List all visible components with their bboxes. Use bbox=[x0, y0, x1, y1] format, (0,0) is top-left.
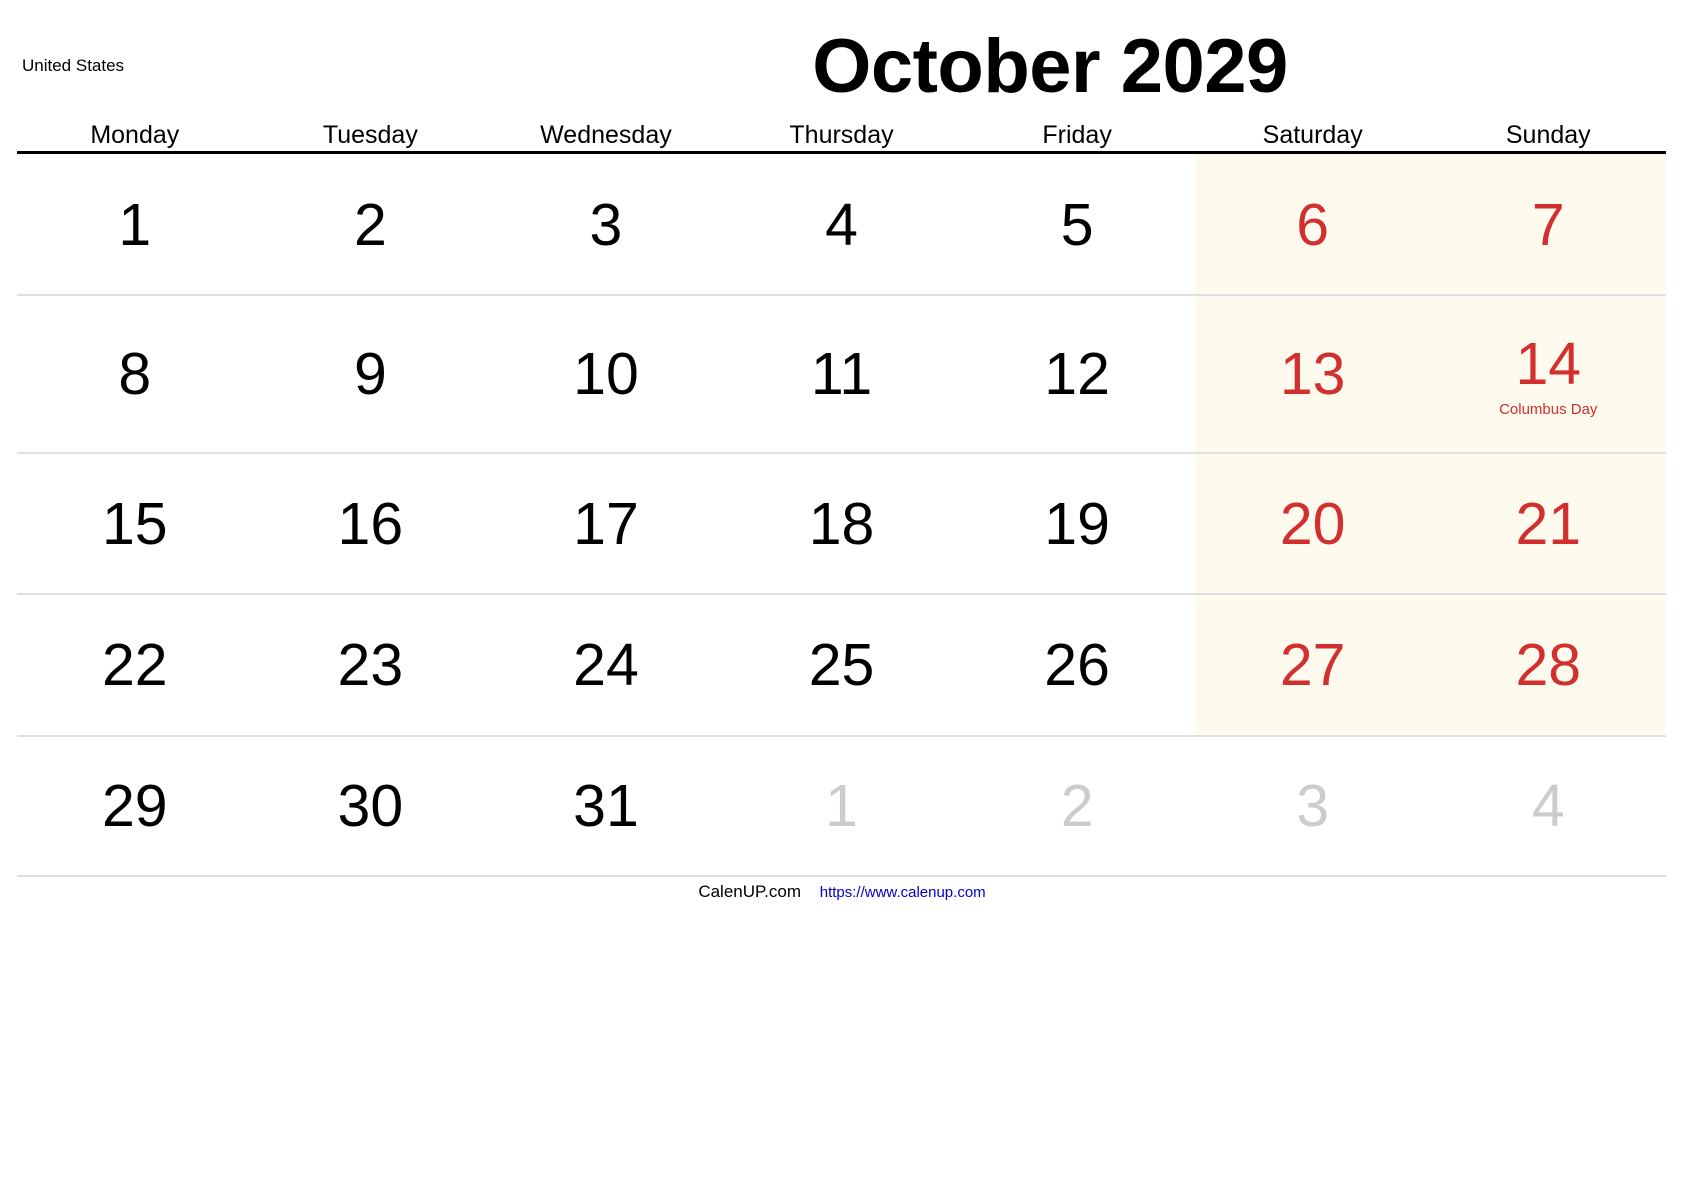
day-number: 4 bbox=[1531, 773, 1565, 839]
day-cell[interactable]: 2 bbox=[959, 736, 1195, 876]
weekday-monday: Monday bbox=[90, 121, 180, 149]
day-number: 14 bbox=[1515, 331, 1582, 397]
day-number: 3 bbox=[589, 191, 623, 258]
day-cell[interactable]: 2 bbox=[253, 154, 489, 295]
day-number: 25 bbox=[808, 632, 875, 698]
day-cell[interactable]: 1 bbox=[17, 154, 253, 295]
day-number: 6 bbox=[1296, 191, 1330, 258]
day-cell[interactable]: 14 Columbus Day bbox=[1430, 295, 1666, 453]
day-number: 12 bbox=[1044, 341, 1110, 407]
day-number: 18 bbox=[808, 490, 875, 557]
day-cell[interactable]: 13 bbox=[1195, 295, 1431, 453]
day-cell[interactable]: 18 bbox=[724, 453, 960, 594]
holiday-label: Columbus Day bbox=[1499, 401, 1598, 418]
day-number: 30 bbox=[337, 773, 404, 839]
week-row: 22 23 24 25 26 27 28 bbox=[17, 594, 1666, 736]
week-row: 29 30 31 1 2 3 4 bbox=[17, 736, 1666, 876]
country-label: United States bbox=[22, 56, 125, 75]
day-cell[interactable]: 6 bbox=[1195, 154, 1431, 295]
footer: CalenUP.com https://www.calenup.com bbox=[0, 882, 1684, 902]
day-number: 19 bbox=[1044, 490, 1110, 557]
month-year-title: October 2029 bbox=[812, 24, 1288, 109]
day-cell[interactable]: 24 bbox=[488, 594, 724, 736]
day-number: 1 bbox=[118, 191, 152, 258]
day-cell[interactable]: 27 bbox=[1195, 594, 1431, 736]
weekday-header: Monday Tuesday Wednesday Thursday Friday… bbox=[17, 118, 1666, 153]
weekday-sunday: Sunday bbox=[1505, 121, 1591, 149]
footer-link[interactable]: https://www.calenup.com bbox=[820, 884, 986, 901]
day-number: 2 bbox=[353, 191, 387, 258]
day-cell[interactable]: 26 bbox=[959, 594, 1195, 736]
weekday-tuesday: Tuesday bbox=[322, 121, 418, 149]
day-cell[interactable]: 28 bbox=[1430, 594, 1666, 736]
day-number: 16 bbox=[337, 490, 404, 557]
day-cell[interactable]: 1 bbox=[724, 736, 960, 876]
day-number: 28 bbox=[1515, 632, 1582, 698]
day-number: 20 bbox=[1279, 490, 1346, 557]
weekday-wednesday: Wednesday bbox=[540, 121, 672, 149]
day-cell[interactable]: 25 bbox=[724, 594, 960, 736]
day-number: 23 bbox=[337, 632, 404, 698]
day-cell[interactable]: 19 bbox=[959, 453, 1195, 594]
day-cell[interactable]: 12 bbox=[959, 295, 1195, 453]
day-number: 31 bbox=[573, 773, 639, 839]
day-number: 24 bbox=[573, 632, 639, 698]
day-cell[interactable]: 4 bbox=[1430, 736, 1666, 876]
day-number: 26 bbox=[1044, 632, 1110, 698]
day-number: 5 bbox=[1060, 191, 1094, 258]
weekday-friday: Friday bbox=[1042, 121, 1112, 149]
day-number: 21 bbox=[1515, 490, 1582, 557]
day-cell[interactable]: 10 bbox=[488, 295, 724, 453]
day-number: 27 bbox=[1279, 632, 1346, 698]
week-row: 15 16 17 18 19 20 21 bbox=[17, 453, 1666, 594]
weekday-saturday: Saturday bbox=[1262, 121, 1363, 149]
day-number: 11 bbox=[810, 341, 873, 407]
day-number: 15 bbox=[101, 490, 168, 557]
day-cell[interactable]: 3 bbox=[488, 154, 724, 295]
day-number: 3 bbox=[1296, 773, 1330, 839]
day-number: 7 bbox=[1531, 191, 1565, 258]
day-number: 9 bbox=[353, 341, 387, 407]
day-cell[interactable]: 5 bbox=[959, 154, 1195, 295]
day-number: 10 bbox=[573, 341, 639, 407]
page-title: October 2029 bbox=[700, 22, 1400, 112]
day-cell[interactable]: 20 bbox=[1195, 453, 1431, 594]
day-number: 2 bbox=[1060, 773, 1094, 839]
day-cell[interactable]: 11 bbox=[724, 295, 960, 453]
day-number: 8 bbox=[118, 341, 152, 407]
day-cell[interactable]: 22 bbox=[17, 594, 253, 736]
day-cell[interactable]: 21 bbox=[1430, 453, 1666, 594]
day-cell[interactable]: 17 bbox=[488, 453, 724, 594]
day-number: 13 bbox=[1279, 341, 1346, 407]
day-cell[interactable]: 3 bbox=[1195, 736, 1431, 876]
day-cell[interactable]: 9 bbox=[253, 295, 489, 453]
day-cell[interactable]: 8 bbox=[17, 295, 253, 453]
day-cell[interactable]: 30 bbox=[253, 736, 489, 876]
footer-brand: CalenUP.com bbox=[698, 882, 802, 901]
day-cell[interactable]: 4 bbox=[724, 154, 960, 295]
day-cell[interactable]: 23 bbox=[253, 594, 489, 736]
weekday-thursday: Thursday bbox=[789, 121, 894, 149]
row-divider bbox=[17, 875, 1666, 877]
day-cell[interactable]: 16 bbox=[253, 453, 489, 594]
day-number: 17 bbox=[573, 490, 639, 557]
day-number: 1 bbox=[825, 773, 858, 839]
week-row: 1 2 3 4 5 6 7 bbox=[17, 154, 1666, 295]
week-row: 8 9 10 11 12 13 14 Columbus Day bbox=[17, 295, 1666, 453]
day-number: 22 bbox=[101, 632, 168, 698]
day-cell[interactable]: 7 bbox=[1430, 154, 1666, 295]
day-cell[interactable]: 15 bbox=[17, 453, 253, 594]
day-number: 4 bbox=[825, 191, 858, 258]
day-cell[interactable]: 29 bbox=[17, 736, 253, 876]
day-cell[interactable]: 31 bbox=[488, 736, 724, 876]
day-number: 29 bbox=[101, 773, 168, 839]
